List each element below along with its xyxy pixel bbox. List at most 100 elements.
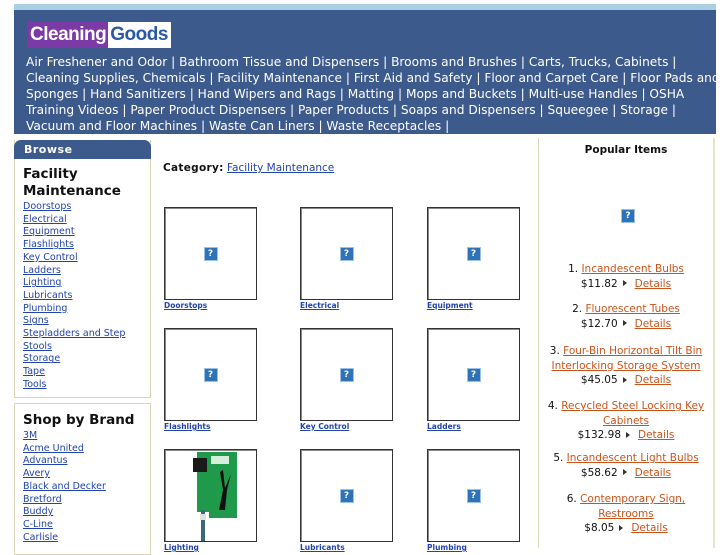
arrow-right-icon [622, 376, 627, 383]
browse-link[interactable]: Equipment [23, 226, 150, 239]
popular-item-link[interactable]: Incandescent Bulbs [581, 263, 683, 275]
category-nav-link[interactable]: Waste Receptacles [326, 119, 441, 133]
subcategory-tile[interactable]: ? [300, 449, 393, 542]
category-nav-link[interactable]: Mops and Buckets [406, 87, 517, 101]
arrow-right-icon [622, 469, 627, 475]
details-link[interactable]: Details [631, 522, 667, 534]
details-link[interactable]: Details [635, 278, 671, 290]
broken-image-icon: ? [339, 246, 354, 261]
popular-item: 2. Fluorescent Tubes $12.70 Details [539, 302, 713, 331]
category-nav-link[interactable]: Hand Wipers and Rags [198, 87, 336, 101]
nav-separator: | [171, 55, 176, 69]
subcategory-tile[interactable]: ? [427, 328, 520, 421]
browse-link[interactable]: Doorstops [23, 201, 150, 214]
nav-separator: | [82, 87, 87, 101]
category-nav: Air Freshener and Odor | Bathroom Tissue… [26, 54, 726, 134]
brand-link[interactable]: Acme United [23, 443, 150, 456]
category-nav-link[interactable]: Waste Can Liners [209, 119, 315, 133]
category-nav-link[interactable]: Soaps and Dispensers [401, 103, 536, 117]
popular-item-link[interactable]: Fluorescent Tubes [585, 303, 679, 315]
category-nav-link[interactable]: Hand Sanitizers [90, 87, 186, 101]
subcategory-tile[interactable]: ? [164, 328, 257, 421]
popular-item-link[interactable]: Recycled Steel Locking Key Cabinets [561, 400, 704, 427]
category-nav-link[interactable]: Brooms and Brushes [391, 55, 517, 69]
subcategory-caption[interactable]: Lighting [164, 543, 199, 552]
popular-item-price: $132.98 [577, 429, 621, 441]
subcategory-caption[interactable]: Plumbing [427, 543, 467, 552]
popular-item: 3. Four-Bin Horizontal Tilt Bin Interloc… [539, 344, 713, 388]
details-link[interactable]: Details [635, 318, 671, 330]
popular-item-link[interactable]: Incandescent Light Bulbs [567, 452, 699, 464]
subcategory-tile[interactable]: ? [300, 207, 393, 300]
logo-part-cleaning: Cleaning [27, 22, 109, 48]
browse-link[interactable]: Tape [23, 366, 150, 379]
category-nav-link[interactable]: Vacuum and Floor Machines [26, 119, 197, 133]
category-nav-link[interactable]: Bathroom Tissue and Dispensers [179, 55, 379, 69]
category-nav-link[interactable]: First Aid and Safety [354, 71, 473, 85]
subcategory-tile[interactable] [164, 449, 257, 542]
browse-link[interactable]: Flashlights [23, 239, 150, 252]
popular-item-price: $45.05 [580, 374, 618, 386]
brand-link[interactable]: Bretford [23, 494, 150, 507]
product-photo[interactable] [165, 450, 256, 541]
category-nav-link[interactable]: Paper Products [298, 103, 389, 117]
brand-link[interactable]: Black and Decker [23, 481, 150, 494]
category-nav-link[interactable]: Storage [620, 103, 668, 117]
brand-link[interactable]: Avery [23, 468, 150, 481]
browse-link[interactable]: Stepladders and Step [23, 328, 150, 341]
category-nav-link[interactable]: Multi-use Handles [529, 87, 638, 101]
browse-link[interactable]: Key Control [23, 252, 150, 265]
subcategory-caption[interactable]: Doorstops [164, 301, 207, 310]
category-nav-link[interactable]: Air Freshener and Odor [26, 55, 167, 69]
popular-item-rank: 3. [549, 345, 564, 357]
nav-separator: | [672, 55, 677, 69]
nav-separator: | [122, 103, 127, 117]
subcategory-tile[interactable]: ? [164, 207, 257, 300]
subcategory-caption[interactable]: Electrical [300, 301, 339, 310]
brand-link[interactable]: C-Line [23, 519, 150, 532]
subcategory-caption[interactable]: Flashlights [164, 422, 210, 431]
popular-item: 4. Recycled Steel Locking Key Cabinets $1… [539, 399, 713, 443]
browse-link[interactable]: Lubricants [23, 290, 150, 303]
subcategory-tile[interactable]: ? [300, 328, 393, 421]
popular-item: 1. Incandescent Bulbs $11.82 Details [539, 262, 713, 291]
browse-link[interactable]: Plumbing [23, 303, 150, 316]
subcategory-caption[interactable]: Key Control [300, 422, 349, 431]
browse-link[interactable]: Electrical [23, 214, 150, 227]
category-nav-link[interactable]: Squeegee [547, 103, 608, 117]
subcategory-caption[interactable]: Lubricants [300, 543, 345, 552]
main-content: Category: Facility Maintenance ? Doorstop… [150, 138, 538, 552]
subcategory-caption[interactable]: Ladders [427, 422, 461, 431]
popular-item-link[interactable]: Four-Bin Horizontal Tilt Bin Interlockin… [552, 345, 703, 372]
popular-item: 6. Contemporary Sign, Restrooms $8.05 Deta… [539, 492, 713, 536]
brand-link[interactable]: Advantus [23, 455, 150, 468]
broken-image-icon[interactable]: ? [621, 209, 635, 223]
popular-item-link[interactable]: Contemporary Sign, Restrooms [580, 493, 685, 520]
browse-link[interactable]: Signs [23, 315, 150, 328]
browse-link[interactable]: Ladders [23, 265, 150, 278]
subcategory-caption[interactable]: Equipment [427, 301, 473, 310]
brand-link[interactable]: Buddy [23, 506, 150, 519]
site-logo[interactable]: Cleaning Goods [27, 22, 171, 48]
popular-items-title: Popular Items [584, 144, 668, 156]
subcategory-tile[interactable]: ? [427, 207, 520, 300]
category-nav-link[interactable]: Paper Product Dispensers [130, 103, 286, 117]
category-nav-link[interactable]: Floor and Carpet Care [484, 71, 618, 85]
browse-link[interactable]: Stools [23, 341, 150, 354]
category-nav-link[interactable]: Cleaning Supplies, Chemicals [26, 71, 206, 85]
category-nav-link[interactable]: Carts, Trucks, Cabinets [529, 55, 669, 69]
category-link[interactable]: Facility Maintenance [227, 162, 334, 174]
category-nav-link[interactable]: Facility Maintenance [217, 71, 342, 85]
browse-link[interactable]: Storage [23, 353, 150, 366]
nav-separator: | [622, 71, 627, 85]
details-link[interactable]: Details [638, 429, 674, 441]
browse-link[interactable]: Tools [23, 379, 150, 392]
brand-link[interactable]: Carlisle [23, 532, 150, 545]
subcategory-tile[interactable]: ? [427, 449, 520, 542]
category-nav-link[interactable]: Matting [348, 87, 394, 101]
brand-link[interactable]: 3M [23, 430, 150, 443]
nav-separator: | [641, 87, 646, 101]
browse-link[interactable]: Lighting [23, 277, 150, 290]
details-link[interactable]: Details [635, 467, 671, 479]
details-link[interactable]: Details [635, 374, 671, 386]
